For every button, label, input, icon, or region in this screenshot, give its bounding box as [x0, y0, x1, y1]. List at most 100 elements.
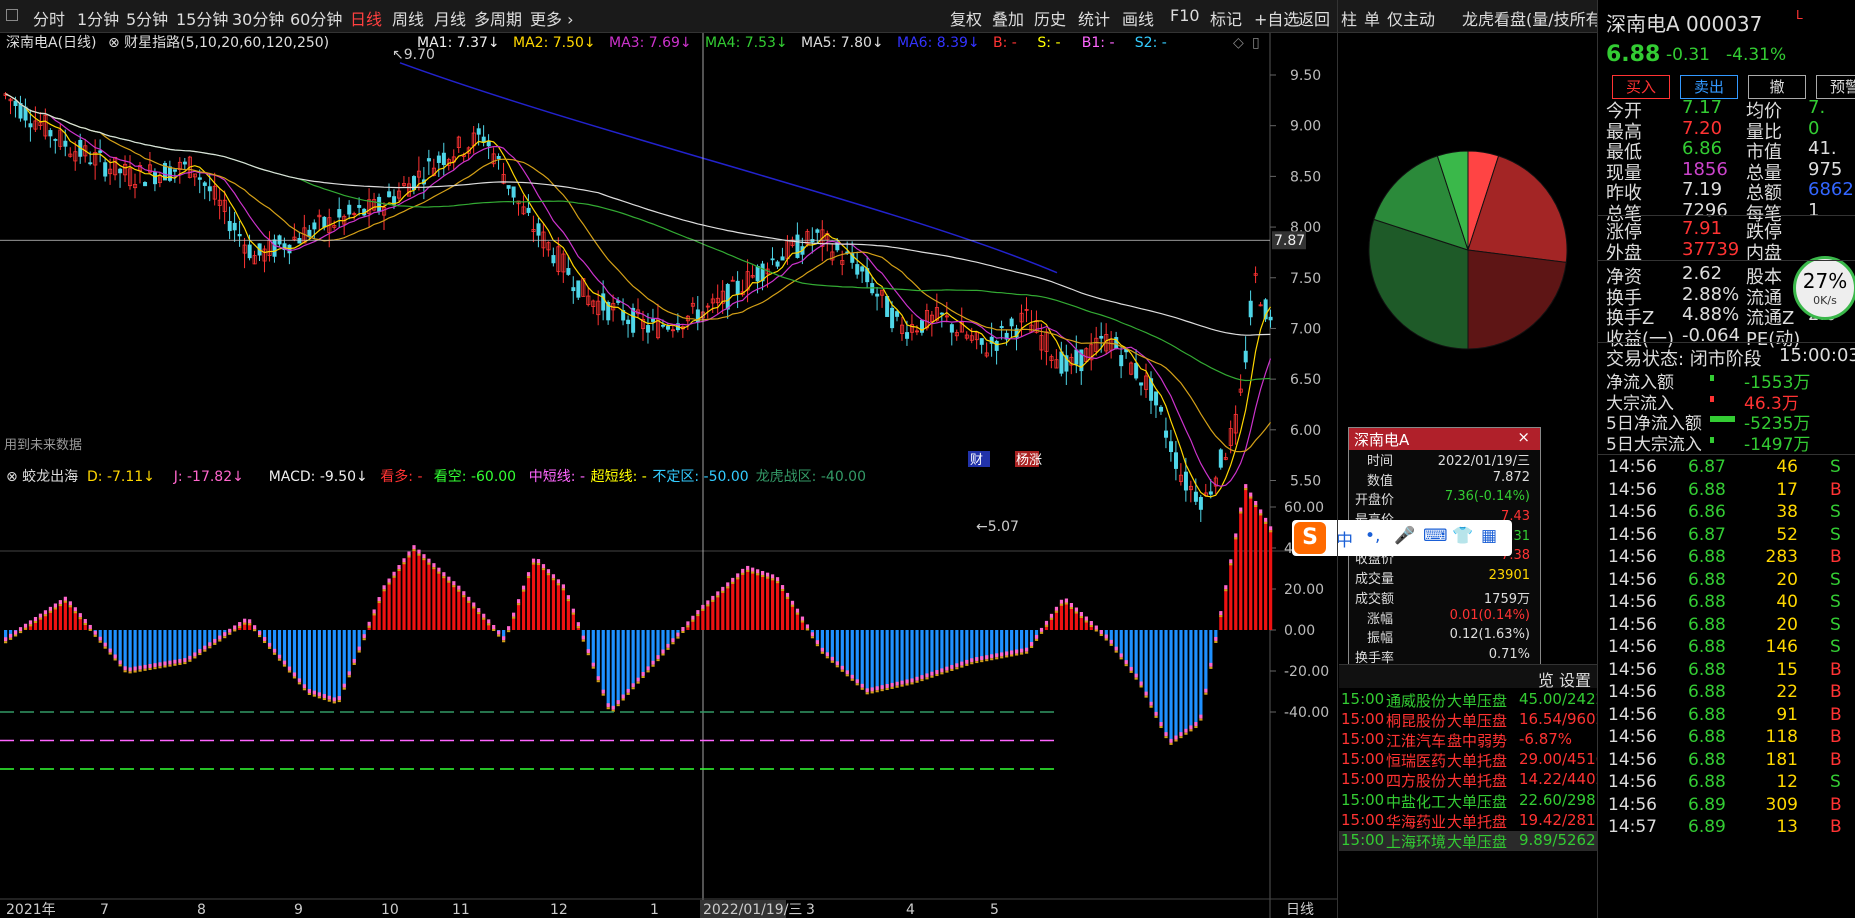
- buy-button[interactable]: 买入: [1612, 75, 1670, 99]
- j-line-dot: [1000, 652, 1004, 657]
- alert-button[interactable]: 预警: [1816, 75, 1855, 99]
- indicator-label-0: ⊗ 蛟龙出海: [6, 469, 78, 485]
- macd-bar: [875, 630, 879, 690]
- d-line-dot: [213, 642, 217, 645]
- j-line-dot: [342, 683, 346, 688]
- d-line-dot: [830, 660, 834, 663]
- macd-bar: [1024, 630, 1029, 651]
- tool-6[interactable]: 标记: [1210, 6, 1242, 30]
- j-line-dot: [487, 619, 491, 624]
- d-line-dot: [1039, 631, 1044, 634]
- d-line-dot: [382, 589, 386, 592]
- tick-row: 14:56 6.87 46 S: [1598, 457, 1855, 480]
- d-line-dot: [576, 626, 580, 629]
- period-tab-0[interactable]: 分时: [33, 6, 65, 30]
- period-tab-10[interactable]: 更多 ›: [530, 6, 574, 30]
- d-line-dot: [277, 658, 282, 661]
- tool-4[interactable]: 画线: [1122, 6, 1154, 30]
- period-tab-2[interactable]: 5分钟: [126, 6, 168, 30]
- j-line-dot: [1020, 648, 1024, 653]
- d-line-dot: [980, 660, 984, 663]
- diamond-icon[interactable]: ◇: [1233, 35, 1244, 51]
- macd-bar: [636, 630, 640, 681]
- panel-tab-1[interactable]: 单: [1364, 6, 1380, 30]
- tool-2[interactable]: 历史: [1034, 6, 1066, 30]
- period-tab-6[interactable]: 日线: [350, 6, 382, 30]
- tooltip-value: 7.872: [1492, 469, 1530, 485]
- j-line-dot: [770, 574, 775, 579]
- panel-tab-3[interactable]: 龙虎看盘(量/技所有): [1462, 6, 1608, 30]
- j-line-dot: [985, 655, 989, 660]
- period-tab-5[interactable]: 60分钟: [290, 6, 342, 30]
- d-line-dot: [701, 608, 705, 611]
- period-tab-9[interactable]: 多周期: [474, 6, 522, 30]
- d-line-dot: [1124, 664, 1128, 667]
- signal-row[interactable]: 15:00 通威股份 大单压盘 45.00/2422: [1339, 690, 1605, 710]
- candle-body: [153, 172, 158, 185]
- flow-key: 5日大宗流入: [1606, 434, 1702, 455]
- candle-body: [526, 207, 531, 213]
- tool-5[interactable]: F10: [1170, 6, 1200, 25]
- signal-row[interactable]: 15:00 恒瑞医药 大单托盘 29.00/4516: [1339, 750, 1605, 770]
- period-tab-8[interactable]: 月线: [434, 6, 466, 30]
- macd-bar: [830, 630, 834, 660]
- tool-1[interactable]: 叠加: [992, 6, 1024, 30]
- signal-row[interactable]: 15:00 江淮汽车 盘中弱势 -6.87%: [1339, 730, 1597, 750]
- gauge-speed: 0K/s: [1813, 294, 1837, 307]
- period-tab-1[interactable]: 1分钟: [77, 6, 119, 30]
- d-line-dot: [327, 699, 331, 702]
- ime-toolbar[interactable]: S 中 •, 🎤 ⌨ 👕 ▦: [1292, 520, 1512, 556]
- sell-button[interactable]: 卖出: [1680, 75, 1738, 99]
- tick-price: 6.87: [1688, 524, 1726, 545]
- close-icon[interactable]: ×: [1517, 428, 1530, 446]
- panel-tab-2[interactable]: 仅主动: [1387, 6, 1435, 30]
- candle-body: [810, 239, 815, 243]
- d-line-dot: [636, 681, 640, 684]
- time-label-5: 11: [452, 902, 470, 918]
- j-line-dot: [267, 642, 272, 647]
- j-line-dot: [233, 625, 237, 630]
- ime-button-1[interactable]: •,: [1365, 526, 1380, 546]
- tick-price: 6.88: [1688, 727, 1726, 747]
- tick-time: 14:56: [1608, 704, 1657, 725]
- tool-7[interactable]: +自选: [1254, 6, 1299, 30]
- macd-bar: [541, 567, 546, 630]
- signal-row[interactable]: 15:00 四方股份 大单托盘 14.22/4402: [1339, 770, 1605, 790]
- tick-row: 14:56 6.88 283 B: [1598, 547, 1855, 570]
- d-line-dot: [238, 626, 242, 629]
- tool-3[interactable]: 统计: [1078, 6, 1110, 30]
- signal-row[interactable]: 15:00 上海环境 大单压盘 9.89/5262: [1339, 830, 1597, 851]
- period-tab-4[interactable]: 30分钟: [232, 6, 284, 30]
- ime-button-2[interactable]: 🎤: [1394, 526, 1415, 546]
- signals-settings[interactable]: 览 设置: [1538, 667, 1591, 691]
- ime-button-0[interactable]: 中: [1336, 526, 1353, 551]
- ime-button-3[interactable]: ⌨: [1423, 526, 1448, 546]
- macd-bar: [516, 602, 521, 630]
- ma-label-0: 深南电A(日线): [6, 35, 97, 51]
- tool-0[interactable]: 复权: [950, 6, 982, 30]
- signal-row[interactable]: 15:00 中盐化工 大单压盘 22.60/2981: [1339, 791, 1605, 811]
- signal-row[interactable]: 15:00 桐昆股份 大单压盘 16.54/9602: [1339, 710, 1605, 730]
- ime-button-4[interactable]: 👕: [1452, 526, 1473, 546]
- macd-bar: [780, 588, 785, 630]
- signal-row[interactable]: 15:00 华海药业 大单托盘 19.42/2817: [1339, 811, 1605, 831]
- d-line-dot: [591, 666, 595, 669]
- window-toggle-icon[interactable]: ▯: [1252, 35, 1260, 51]
- ime-button-5[interactable]: ▦: [1481, 526, 1497, 546]
- period-tab-3[interactable]: 15分钟: [176, 6, 228, 30]
- j-line-dot: [780, 585, 785, 590]
- period-tab-7[interactable]: 周线: [392, 6, 424, 30]
- macd-bar: [1010, 630, 1014, 654]
- time-label-4: 10: [381, 902, 399, 918]
- cancel-order-button[interactable]: 撤: [1748, 75, 1806, 99]
- tool-8[interactable]: 返回: [1298, 6, 1330, 30]
- j-line-dot: [427, 558, 431, 563]
- d-line-dot: [561, 588, 566, 591]
- quote-value: 7.: [1808, 97, 1826, 118]
- window-icon[interactable]: [6, 6, 18, 25]
- kline-chart[interactable]: 9.509.008.508.007.507.006.506.005.50深南电A…: [0, 33, 1337, 918]
- panel-tab-0[interactable]: 柱: [1341, 6, 1357, 30]
- d-line-dot: [407, 555, 411, 558]
- j-line-dot: [372, 609, 376, 614]
- j-line-dot: [790, 600, 795, 605]
